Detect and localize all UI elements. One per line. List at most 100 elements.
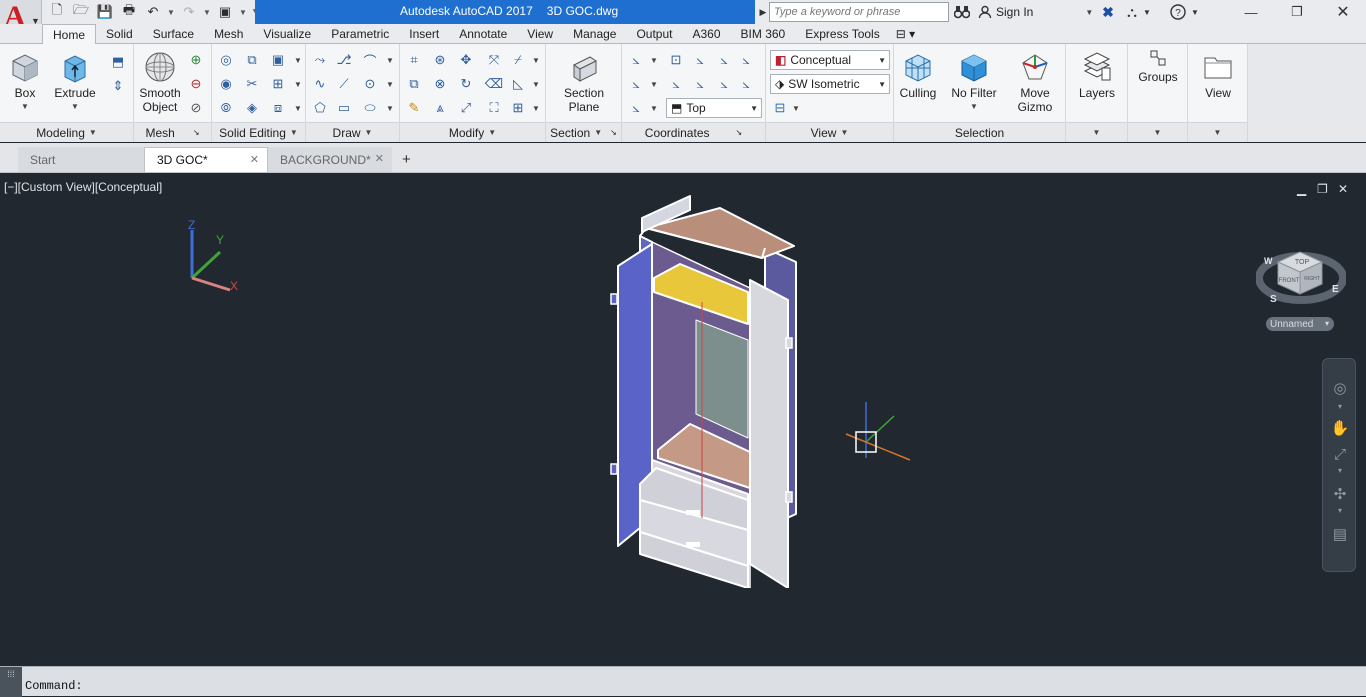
viewport-restore-icon[interactable]: ❐ bbox=[1317, 182, 1328, 196]
ucs-z-icon[interactable]: ⦣ bbox=[736, 50, 756, 70]
smooth-less-icon[interactable]: ⊖ bbox=[186, 74, 206, 94]
extrude-button[interactable]: Extrude ▼ bbox=[52, 50, 98, 114]
save-icon[interactable]: 💾 bbox=[94, 2, 116, 22]
3d-mirror-icon[interactable]: ⩓ bbox=[430, 98, 450, 118]
layers-button[interactable]: Layers bbox=[1072, 50, 1122, 100]
tab-visualize[interactable]: Visualize bbox=[253, 24, 321, 44]
polysolid-icon[interactable]: ⬒ bbox=[108, 52, 128, 72]
tab-annotate[interactable]: Annotate bbox=[449, 24, 517, 44]
extract-edges-icon[interactable]: ⧉ bbox=[242, 50, 262, 70]
polygon-icon[interactable]: ⬠ bbox=[310, 98, 330, 118]
ucs-view-icon[interactable]: ⦣ bbox=[736, 74, 756, 94]
chevron-down-icon[interactable]: ▼ bbox=[1190, 2, 1200, 22]
panel-title-selection[interactable]: Selection bbox=[894, 122, 1065, 142]
new-icon[interactable]: 🗋 bbox=[46, 2, 68, 22]
rotate-icon[interactable]: ↻ bbox=[456, 74, 476, 94]
shell-icon[interactable]: ⧈ bbox=[268, 98, 288, 118]
ucs-previous-icon[interactable]: ⦣ bbox=[666, 74, 686, 94]
panel-title-view[interactable]: View ▼ bbox=[766, 122, 893, 142]
ellipse-icon[interactable]: ⬭ bbox=[360, 98, 380, 118]
chevron-down-icon[interactable]: ▾ bbox=[1329, 505, 1351, 515]
chevron-down-icon[interactable]: ▼ bbox=[786, 98, 806, 118]
break-icon[interactable]: ⌿ bbox=[508, 50, 528, 70]
showmotion-icon[interactable]: ▤ bbox=[1329, 523, 1351, 545]
no-filter-button[interactable]: No Filter ▼ bbox=[946, 50, 1002, 114]
refine-mesh-icon[interactable]: ⊘ bbox=[186, 98, 206, 118]
separate-icon[interactable]: ⊞ bbox=[268, 74, 288, 94]
steering-wheel-icon[interactable]: ◎ bbox=[1329, 377, 1351, 399]
ucs-3point-icon[interactable]: ⦣ bbox=[690, 74, 710, 94]
box-button[interactable]: Box ▼ bbox=[4, 50, 46, 114]
search-collapse-icon[interactable]: ▶ bbox=[757, 2, 769, 22]
file-tab-3d-goc[interactable]: 3D GOC* ✕ bbox=[144, 147, 268, 172]
erase-icon[interactable]: ⌫ bbox=[484, 74, 504, 94]
culling-button[interactable]: Culling bbox=[896, 50, 940, 100]
circle-icon[interactable]: ⊙ bbox=[360, 74, 380, 94]
panel-title-layers[interactable]: ▼ bbox=[1066, 122, 1127, 142]
match-properties-icon[interactable]: ✎ bbox=[404, 98, 424, 118]
tab-output[interactable]: Output bbox=[626, 24, 682, 44]
command-grip-handle[interactable]: ⁞⁞⁞ bbox=[0, 667, 22, 697]
offset-icon[interactable]: ⛶ bbox=[484, 98, 504, 118]
3d-move-icon[interactable]: ✥ bbox=[456, 50, 476, 70]
open-icon[interactable]: 🗁 bbox=[70, 2, 92, 22]
ucs-icon[interactable]: ⦣ bbox=[626, 50, 646, 70]
tab-parametric[interactable]: Parametric bbox=[321, 24, 399, 44]
close-tab-icon[interactable]: ✕ bbox=[250, 153, 259, 166]
ucs-origin-icon[interactable]: ⦣ bbox=[626, 74, 646, 94]
tab-bim360[interactable]: BIM 360 bbox=[731, 24, 796, 44]
restore-button[interactable]: ❐ bbox=[1274, 0, 1320, 24]
view-button[interactable]: View bbox=[1192, 50, 1244, 100]
view-preset-combo[interactable]: ⬗ SW Isometric ▼ bbox=[770, 74, 890, 94]
smooth-more-icon[interactable]: ⊕ bbox=[186, 50, 206, 70]
wardrobe-3d-model[interactable] bbox=[600, 188, 810, 588]
chevron-down-icon[interactable]: ▼ bbox=[288, 98, 308, 118]
tab-express-tools[interactable]: Express Tools bbox=[795, 24, 889, 44]
subtract-icon[interactable]: ◉ bbox=[216, 74, 236, 94]
command-prompt[interactable]: Command: bbox=[25, 679, 83, 693]
viewport-minimize-icon[interactable]: ▁ bbox=[1297, 182, 1306, 196]
tab-a360[interactable]: A360 bbox=[683, 24, 731, 44]
minimize-button[interactable]: — bbox=[1228, 0, 1274, 24]
panel-title-view-big[interactable]: ▼ bbox=[1188, 122, 1247, 142]
redo-icon[interactable]: ↷ bbox=[178, 2, 200, 22]
binoculars-icon[interactable] bbox=[952, 2, 972, 22]
array-icon[interactable]: ⊞ bbox=[508, 98, 528, 118]
exchange-apps-icon[interactable]: ✖ bbox=[1098, 2, 1118, 22]
arc-icon[interactable]: ⌒ bbox=[360, 50, 380, 70]
scale-icon[interactable]: ⤢ bbox=[456, 98, 476, 118]
search-input[interactable] bbox=[769, 2, 949, 22]
save-as-icon[interactable]: ▣ bbox=[214, 2, 236, 22]
orbit-icon[interactable]: ✣ bbox=[1329, 483, 1351, 505]
drawing-viewport[interactable]: [−][Custom View][Conceptual] ▁ ❐ ✕ Z Y X bbox=[0, 174, 1366, 666]
save-as-dropdown-icon[interactable]: ▼ bbox=[238, 2, 248, 22]
panel-title-modify[interactable]: Modify ▼ bbox=[400, 122, 545, 142]
align-icon[interactable]: ⤧ bbox=[484, 50, 504, 70]
tab-view[interactable]: View bbox=[517, 24, 563, 44]
thicken-icon[interactable]: ◈ bbox=[242, 98, 262, 118]
tab-home[interactable]: Home bbox=[42, 24, 97, 44]
visual-style-combo[interactable]: ◧ Conceptual ▼ bbox=[770, 50, 890, 70]
sign-in-button[interactable]: Sign In ▼ bbox=[978, 3, 1093, 21]
chevron-down-icon[interactable]: ▼ bbox=[1142, 2, 1152, 22]
ucs-view-combo[interactable]: ⬒ Top ▼ bbox=[666, 98, 762, 118]
undo-icon[interactable]: ↶ bbox=[142, 2, 164, 22]
panel-title-coordinates[interactable]: Coordinates ↘ bbox=[622, 122, 765, 142]
section-plane-button[interactable]: Section Plane bbox=[558, 50, 610, 114]
redo-dropdown-icon[interactable]: ▼ bbox=[202, 2, 212, 22]
copy-icon[interactable]: ⧉ bbox=[404, 74, 424, 94]
file-tab-start[interactable]: Start bbox=[18, 147, 144, 172]
ucs-x-icon[interactable]: ⦣ bbox=[690, 50, 710, 70]
undo-dropdown-icon[interactable]: ▼ bbox=[166, 2, 176, 22]
intersect-icon[interactable]: ⦾ bbox=[216, 98, 236, 118]
polyline-icon[interactable]: ⎇ bbox=[334, 50, 354, 70]
ucs-zaxis-icon[interactable]: ⦣ bbox=[714, 74, 734, 94]
3d-array-icon[interactable]: ⊗ bbox=[430, 74, 450, 94]
rectangle-icon[interactable]: ▭ bbox=[334, 98, 354, 118]
panel-title-solid-editing[interactable]: Solid Editing ▼ bbox=[212, 122, 305, 142]
viewport-close-icon[interactable]: ✕ bbox=[1338, 182, 1348, 196]
chevron-down-icon[interactable]: ▼ bbox=[644, 74, 664, 94]
spline-icon[interactable]: ∿ bbox=[310, 74, 330, 94]
ray-icon[interactable]: ⟋ bbox=[334, 74, 354, 94]
move-gizmo-button[interactable]: Move Gizmo bbox=[1010, 50, 1060, 114]
